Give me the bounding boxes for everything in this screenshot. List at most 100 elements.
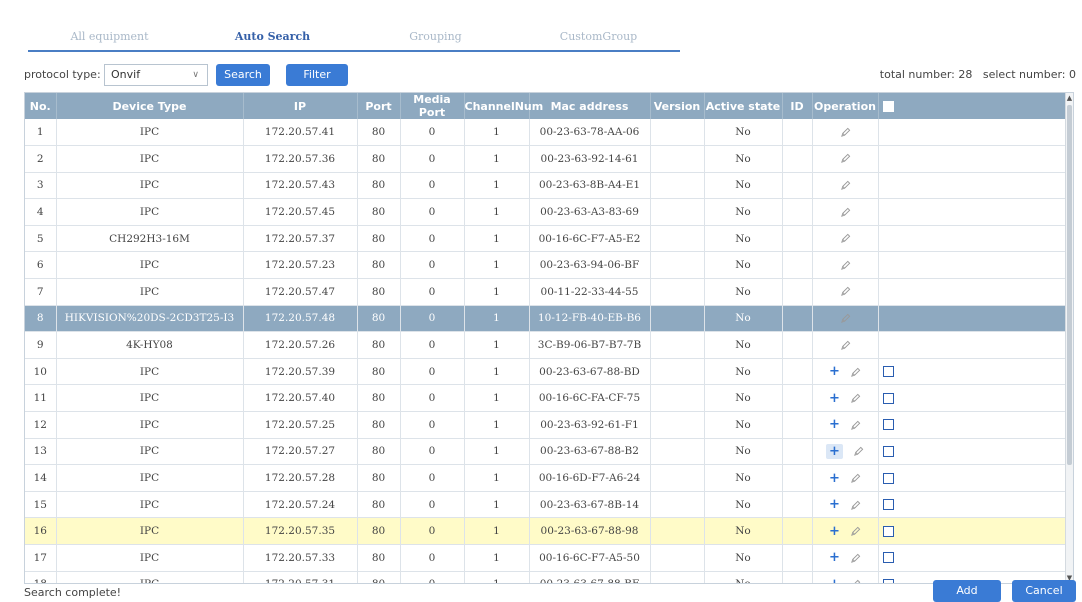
pencil-icon[interactable] <box>850 500 861 511</box>
pencil-icon[interactable] <box>840 260 851 271</box>
pencil-icon[interactable] <box>840 233 851 244</box>
table-row[interactable]: 15 IPC 172.20.57.24 80 0 1 00-23-63-67-8B-14 No… <box>25 491 1068 519</box>
cell-mac-address: 00-23-63-67-8B-14 <box>529 491 651 519</box>
cell-mac-address: 00-11-22-33-44-55 <box>529 278 651 306</box>
search-button[interactable]: Search <box>216 64 270 86</box>
cell-id <box>782 358 813 386</box>
checkbox-icon[interactable] <box>882 472 894 484</box>
cell-active-state: No <box>704 411 783 439</box>
pencil-icon[interactable] <box>840 286 851 297</box>
cell-select <box>878 464 1068 492</box>
pencil-icon[interactable] <box>850 553 861 564</box>
plus-icon[interactable]: + <box>829 471 840 486</box>
cancel-button[interactable]: Cancel <box>1012 580 1076 602</box>
scroll-thumb[interactable] <box>1067 105 1072 465</box>
plus-icon[interactable]: + <box>829 417 840 432</box>
plus-icon[interactable]: + <box>829 497 840 512</box>
select-all-checkbox[interactable] <box>882 101 894 112</box>
cell-media-port: 0 <box>400 145 465 173</box>
table-row[interactable]: 2 IPC 172.20.57.36 80 0 1 00-23-63-92-14-61 No <box>25 145 1068 173</box>
cell-version <box>650 331 705 359</box>
checkbox-icon[interactable] <box>882 578 894 583</box>
pencil-icon[interactable] <box>850 579 861 583</box>
table-row[interactable]: 14 IPC 172.20.57.28 80 0 1 00-16-6D-F7-A6-24 No… <box>25 464 1068 492</box>
cell-select <box>878 438 1068 466</box>
table-row[interactable]: 10 IPC 172.20.57.39 80 0 1 00-23-63-67-88-BD No… <box>25 358 1068 386</box>
cell-select <box>878 119 1068 147</box>
pencil-icon[interactable] <box>840 127 851 138</box>
cell-version <box>650 491 705 519</box>
cell-active-state: No <box>704 464 783 492</box>
checkbox-icon[interactable] <box>882 552 894 564</box>
plus-icon[interactable]: + <box>829 364 840 379</box>
table-row[interactable]: 18IPC172.20.57.31800100-23-63-67-88-BF No… <box>25 571 1068 583</box>
cell-select <box>878 251 1068 280</box>
cell-id <box>782 119 813 147</box>
pencil-icon[interactable] <box>840 207 851 218</box>
table-row[interactable]: 7 IPC 172.20.57.47 80 0 1 00-11-22-33-44-55 No <box>25 278 1068 306</box>
table-row[interactable]: 12 IPC 172.20.57.25 80 0 1 00-23-63-92-61-F1 No… <box>25 411 1068 439</box>
checkbox-icon[interactable] <box>882 366 894 378</box>
filter-button[interactable]: Filter <box>286 64 348 86</box>
table-row[interactable]: 4 IPC 172.20.57.45 80 0 1 00-23-63-A3-83-69 No <box>25 198 1068 226</box>
cell-no: 1 <box>25 119 57 147</box>
table-row[interactable]: 8 HIKVISION%20DS-2CD3T25-I3 172.20.57.48 80… <box>25 305 1068 333</box>
cell-version <box>650 571 705 583</box>
vertical-scrollbar[interactable]: ▲ ▼ <box>1065 93 1073 583</box>
cell-ip: 172.20.57.37 <box>243 225 358 253</box>
table-row[interactable]: 3 IPC 172.20.57.43 80 0 1 00-23-63-8B-A4-E1 No <box>25 172 1068 200</box>
pencil-icon[interactable] <box>840 180 851 191</box>
table-row[interactable]: 11 IPC 172.20.57.40 80 0 1 00-16-6C-FA-CF-75 No… <box>25 384 1068 413</box>
cell-media-port: 0 <box>400 172 465 200</box>
tab-custom-group[interactable]: CustomGroup <box>517 24 680 50</box>
cell-port: 80 <box>357 225 401 253</box>
pencil-icon[interactable] <box>850 367 861 378</box>
cell-ip: 172.20.57.35 <box>243 517 358 545</box>
pencil-icon[interactable] <box>850 393 861 404</box>
table-row[interactable]: 9 4K-HY08 172.20.57.26 80 0 1 3C-B9-06-B7-B7-7… <box>25 331 1068 359</box>
pencil-icon[interactable] <box>840 153 851 164</box>
tab-all-equipment[interactable]: All equipment <box>28 24 191 50</box>
plus-icon[interactable]: + <box>829 577 840 583</box>
add-button[interactable]: Add <box>933 580 1001 602</box>
table-row[interactable]: 13 IPC 172.20.57.27 80 0 1 00-23-63-67-88-B2 No… <box>25 438 1068 466</box>
cell-active-state: No <box>704 225 783 253</box>
pencil-icon[interactable] <box>850 473 861 484</box>
cell-device-type: IPC <box>56 384 244 413</box>
cell-port: 80 <box>357 411 401 439</box>
checkbox-icon[interactable] <box>882 445 894 457</box>
pencil-icon[interactable] <box>853 446 864 457</box>
table-row[interactable]: 6 IPC 172.20.57.23 80 0 1 00-23-63-94-06-BF No <box>25 251 1068 280</box>
protocol-type-select[interactable]: Onvif ∨ <box>104 64 208 86</box>
cell-port: 80 <box>357 305 401 333</box>
table-row[interactable]: 16 IPC 172.20.57.35 80 0 1 00-23-63-67-88-98 No… <box>25 517 1068 545</box>
cell-ip: 172.20.57.26 <box>243 331 358 359</box>
pencil-icon[interactable] <box>840 313 851 324</box>
checkbox-icon[interactable] <box>882 419 894 431</box>
table-row[interactable]: 5 CH292H3-16M 172.20.57.37 80 0 1 00-16-6C-F7-… <box>25 225 1068 253</box>
cell-device-type: IPC <box>56 198 244 226</box>
scroll-up-arrow[interactable]: ▲ <box>1066 93 1073 103</box>
table-row[interactable]: 17 IPC 172.20.57.33 80 0 1 00-16-6C-F7-A5-50 No… <box>25 544 1068 572</box>
pencil-icon[interactable] <box>850 420 861 431</box>
checkbox-icon[interactable] <box>882 392 894 404</box>
plus-icon[interactable]: + <box>829 391 840 406</box>
cell-id <box>782 571 813 583</box>
cell-version <box>650 119 705 147</box>
checkbox-icon[interactable] <box>882 525 894 537</box>
cell-port: 80 <box>357 172 401 200</box>
plus-icon[interactable]: + <box>826 443 843 459</box>
cell-id <box>782 384 813 413</box>
col-id: ID <box>782 93 813 119</box>
tab-auto-search[interactable]: Auto Search <box>191 24 354 50</box>
checkbox-icon[interactable] <box>882 499 894 511</box>
cell-mac-address: 00-23-63-78-AA-06 <box>529 119 651 147</box>
plus-icon[interactable]: + <box>829 550 840 565</box>
table-row[interactable]: 1 IPC 172.20.57.41 80 0 1 00-23-63-78-AA-06 No <box>25 119 1068 147</box>
pencil-icon[interactable] <box>840 340 851 351</box>
tab-grouping[interactable]: Grouping <box>354 24 517 50</box>
cell-ip: 172.20.57.25 <box>243 411 358 439</box>
plus-icon[interactable]: + <box>829 524 840 539</box>
pencil-icon[interactable] <box>850 526 861 537</box>
cell-id <box>782 411 813 439</box>
